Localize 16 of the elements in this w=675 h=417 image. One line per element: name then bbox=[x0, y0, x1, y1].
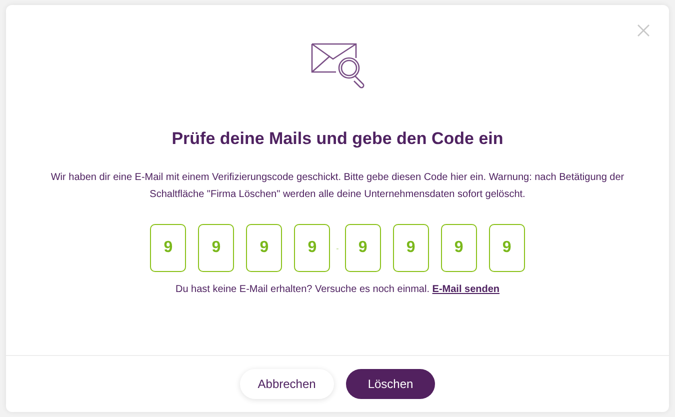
code-digit-field[interactable]: 9 bbox=[392, 224, 429, 272]
code-separator: - bbox=[336, 244, 339, 252]
dialog-title: Prüfe deine Mails und gebe den Code ein bbox=[172, 129, 504, 149]
code-digit-field[interactable]: 9 bbox=[150, 224, 186, 272]
code-digit-field[interactable]: 9 bbox=[440, 224, 477, 272]
code-digit-field[interactable]: 9 bbox=[488, 224, 525, 272]
code-digit-field[interactable]: 9 bbox=[246, 224, 282, 272]
cancel-button[interactable]: Abbrechen bbox=[240, 369, 334, 399]
code-digit-field[interactable]: 9 bbox=[198, 224, 234, 272]
delete-button[interactable]: Löschen bbox=[346, 369, 436, 399]
dialog-message: Wir haben dir eine E-Mail mit einem Verifizierungscode geschickt. Bitte gebe diesen Code hier ein. Warnung: nach Betätigung der Schaltfläche "Firma Löschen" werden alle deine Unternehmensdaten sofort gelöscht. bbox=[50, 171, 626, 202]
code-digit-field[interactable]: 9 bbox=[344, 224, 381, 272]
code-digit-field[interactable]: 9 bbox=[294, 224, 330, 272]
close-icon[interactable] bbox=[637, 24, 650, 37]
resend-text: Du hast keine E-Mail erhalten? Versuche es noch einmal. E-Mail senden bbox=[175, 284, 500, 295]
resend-link[interactable]: E-Mail senden bbox=[432, 284, 500, 295]
